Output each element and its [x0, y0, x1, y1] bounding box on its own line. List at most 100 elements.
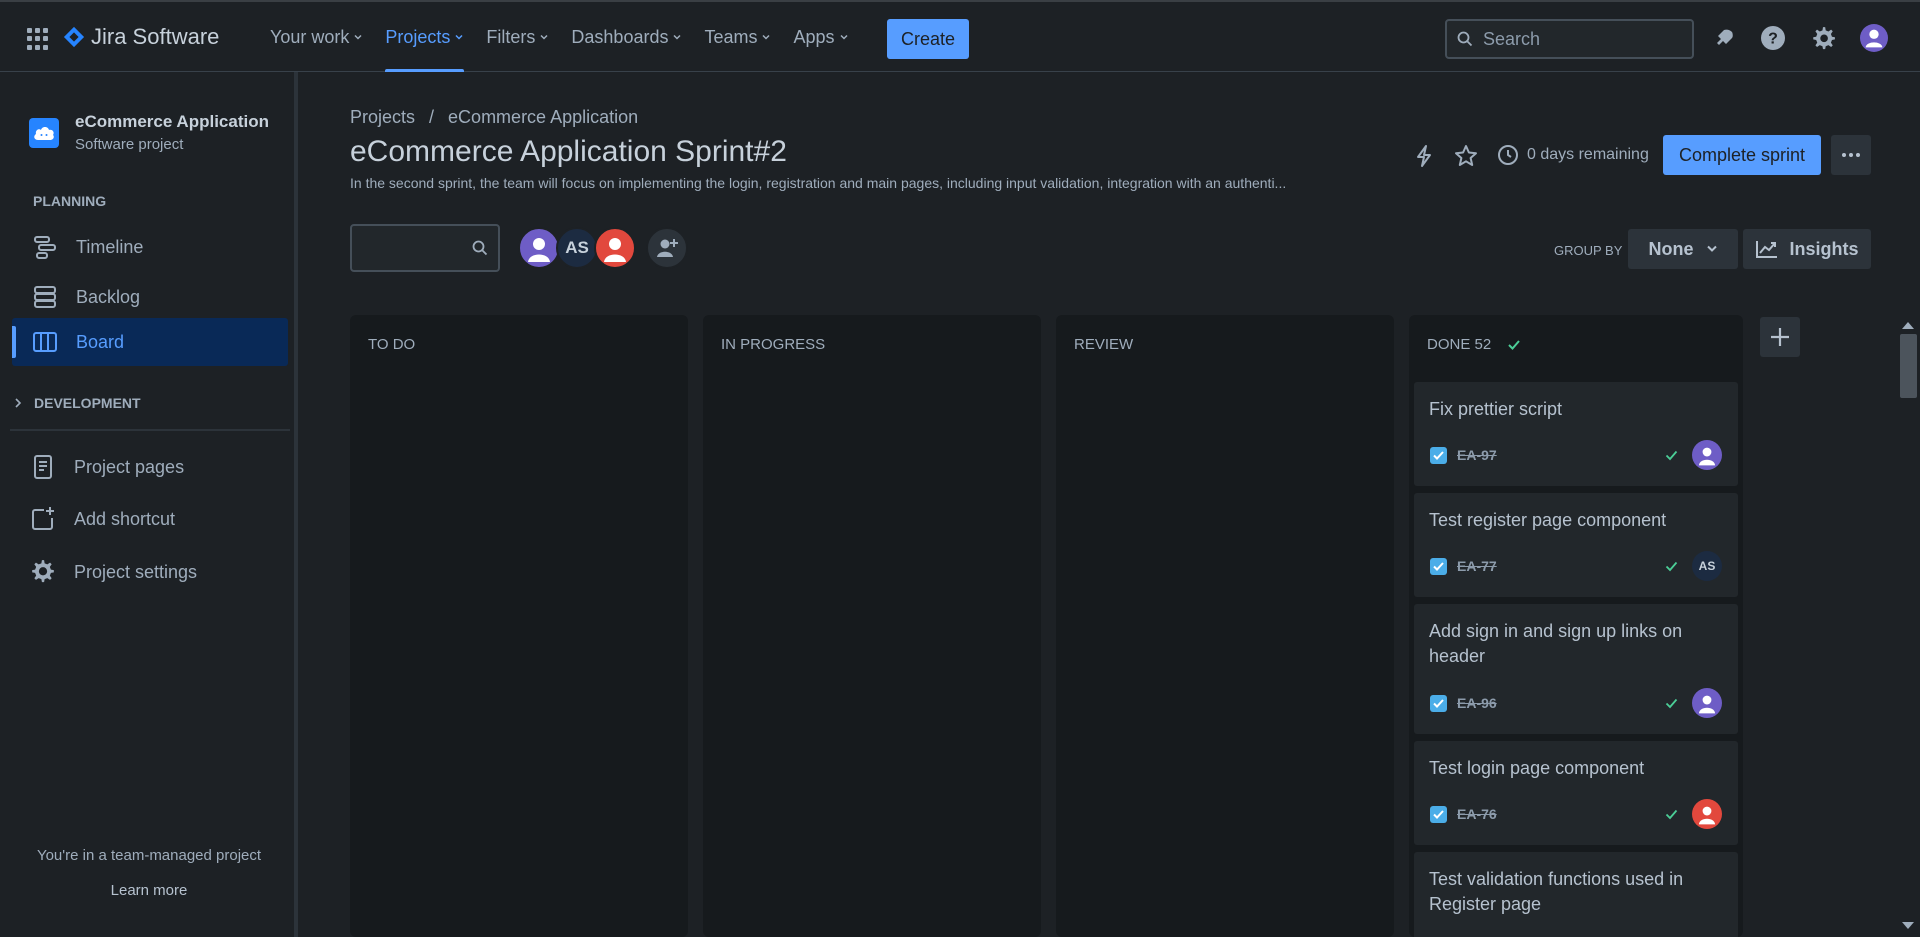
notifications-icon[interactable]: [1710, 24, 1738, 52]
column-title: REVIEW: [1074, 336, 1134, 353]
sidebar-item-label: Backlog: [76, 286, 141, 307]
insights-label: Insights: [1789, 238, 1859, 259]
team-managed-note: You're in a team-managed project: [36, 847, 262, 864]
nav-projects[interactable]: Projects: [385, 2, 465, 72]
breadcrumb-projects[interactable]: Projects: [350, 107, 415, 128]
app-switcher-icon[interactable]: [27, 28, 49, 50]
assignee-avatar-purple[interactable]: [518, 227, 560, 269]
complete-sprint-button[interactable]: Complete sprint: [1663, 135, 1821, 175]
assignee-avatar[interactable]: [1692, 688, 1722, 718]
sidebar-item-label: Add shortcut: [74, 508, 176, 529]
issue-key[interactable]: EA-97: [1457, 447, 1497, 463]
assignee-avatar-red[interactable]: [594, 227, 636, 269]
profile-avatar[interactable]: [1860, 24, 1888, 52]
help-icon[interactable]: ?: [1759, 24, 1787, 52]
create-button[interactable]: Create: [887, 19, 969, 59]
scroll-down-arrow-icon[interactable]: [1902, 922, 1914, 929]
group-by-select[interactable]: None: [1628, 229, 1738, 269]
sidebar-item-project-pages[interactable]: Project pages: [10, 443, 286, 491]
sidebar-item-board[interactable]: Board: [12, 318, 288, 366]
chevron-right-icon: [15, 398, 22, 408]
main-nav: Your work Projects Filters Dashboards Te…: [270, 2, 849, 72]
add-people-button[interactable]: [646, 227, 688, 269]
nav-your-work[interactable]: Your work: [270, 2, 363, 72]
search-input[interactable]: Search: [1445, 19, 1694, 59]
column-review: REVIEW: [1056, 315, 1394, 937]
nav-label: Your work: [270, 26, 350, 47]
chevron-down-icon: [455, 34, 463, 40]
breadcrumb-separator: /: [429, 107, 435, 127]
automation-icon[interactable]: [1410, 142, 1438, 170]
column-done: DONE 52 Fix prettier script EA-97 Test r…: [1409, 315, 1743, 937]
project-name: eCommerce Application: [75, 112, 269, 131]
assignee-avatar[interactable]: AS: [1692, 551, 1722, 581]
search-icon: [1457, 31, 1473, 47]
development-section[interactable]: DEVELOPMENT: [14, 395, 141, 411]
assignee-avatar[interactable]: [1692, 799, 1722, 829]
project-avatar-icon: [29, 117, 59, 148]
sidebar-item-timeline[interactable]: Timeline: [12, 223, 288, 271]
add-person-icon: [657, 239, 678, 257]
issue-card[interactable]: Add sign in and sign up links on header …: [1414, 604, 1738, 734]
more-icon: [1842, 153, 1846, 157]
issue-key[interactable]: EA-76: [1457, 806, 1497, 822]
board-icon: [33, 332, 57, 352]
check-icon: [1665, 698, 1678, 708]
days-remaining: 0 days remaining: [1497, 144, 1649, 166]
nav-label: Filters: [486, 26, 536, 47]
breadcrumb-project[interactable]: eCommerce Application: [448, 107, 638, 128]
task-checkbox-icon: [1430, 446, 1447, 464]
scroll-up-arrow-icon[interactable]: [1902, 322, 1914, 329]
issue-key[interactable]: EA-96: [1457, 695, 1497, 711]
search-icon: [472, 240, 488, 256]
sidebar-item-project-settings[interactable]: Project settings: [10, 548, 286, 596]
issue-card[interactable]: Test login page component EA-76: [1414, 741, 1738, 845]
column-todo: TO DO: [350, 315, 688, 937]
check-icon: [1665, 450, 1678, 460]
settings-icon[interactable]: [1809, 24, 1837, 52]
assignee-avatar-as[interactable]: AS: [556, 227, 598, 269]
nav-teams[interactable]: Teams: [704, 2, 771, 72]
development-section-label: DEVELOPMENT: [34, 395, 141, 411]
sidebar-item-add-shortcut[interactable]: Add shortcut: [10, 495, 286, 543]
more-actions-button[interactable]: [1831, 135, 1871, 175]
card-title: Add sign in and sign up links on header: [1429, 621, 1683, 666]
column-in-progress: IN PROGRESS: [703, 315, 1041, 937]
task-checkbox-icon: [1430, 694, 1447, 712]
assignee-avatar[interactable]: [1692, 440, 1722, 470]
page-title: eCommerce Application Sprint#2: [350, 135, 787, 168]
card-title: Test validation functions used in Regist…: [1429, 869, 1684, 914]
task-checkbox-icon: [1430, 557, 1447, 575]
vertical-scrollbar[interactable]: [1896, 316, 1920, 937]
svg-text:?: ?: [1768, 31, 1778, 48]
check-icon: [1665, 561, 1678, 571]
column-title: TO DO: [368, 336, 416, 353]
chevron-down-icon: [540, 34, 548, 40]
assignee-filter: AS: [518, 227, 688, 269]
project-header[interactable]: eCommerce Application Software project: [29, 112, 269, 153]
board-search-input[interactable]: [350, 224, 500, 272]
sidebar-item-label: Timeline: [76, 236, 144, 257]
add-column-button[interactable]: [1760, 317, 1800, 357]
nav-filters[interactable]: Filters: [486, 2, 549, 72]
issue-card[interactable]: Test register page component EA-77 AS: [1414, 493, 1738, 597]
insights-button[interactable]: Insights: [1743, 229, 1871, 269]
jira-logo[interactable]: Jira Software: [63, 24, 219, 50]
card-title: Fix prettier script: [1429, 399, 1563, 419]
search-placeholder: Search: [1483, 28, 1541, 49]
planning-section-label: PLANNING: [33, 193, 107, 209]
card-title: Test login page component: [1429, 758, 1645, 778]
nav-dashboards[interactable]: Dashboards: [571, 2, 682, 72]
sidebar-item-backlog[interactable]: Backlog: [12, 273, 288, 321]
learn-more-link[interactable]: Learn more: [0, 882, 298, 899]
issue-key[interactable]: EA-77: [1457, 558, 1497, 574]
sidebar-item-label: Board: [76, 331, 125, 352]
gear-icon: [32, 560, 54, 583]
issue-card[interactable]: Test validation functions used in Regist…: [1414, 852, 1738, 937]
scrollbar-thumb[interactable]: [1900, 334, 1917, 398]
project-sidebar: eCommerce Application Software project P…: [0, 72, 298, 937]
issue-card[interactable]: Fix prettier script EA-97: [1414, 382, 1738, 486]
star-icon[interactable]: [1452, 142, 1480, 170]
nav-apps[interactable]: Apps: [793, 2, 848, 72]
breadcrumb: Projects / eCommerce Application: [350, 107, 638, 128]
